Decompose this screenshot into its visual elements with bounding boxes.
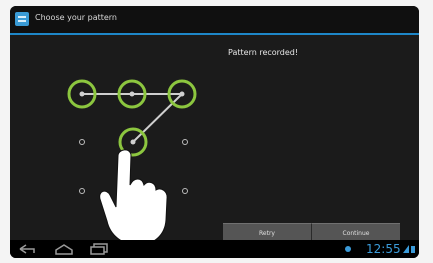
pattern-dot-7[interactable] (79, 188, 85, 194)
home-icon[interactable] (54, 243, 74, 255)
signal-battery-icon (403, 245, 415, 253)
notification-icon (345, 246, 351, 252)
pattern-dot-9[interactable] (182, 188, 188, 194)
app-menu-icon[interactable] (15, 12, 29, 26)
clock: 12:55 (366, 242, 401, 256)
title-bar: Choose your pattern (10, 6, 419, 35)
system-nav-bar: 12:55 (10, 240, 419, 258)
pattern-dot-4[interactable] (79, 139, 85, 145)
tablet-screen: Choose your pattern Pattern recorded! Re… (10, 6, 419, 258)
pointing-hand-icon (99, 149, 168, 240)
pattern-path (82, 93, 183, 143)
pattern-line (132, 93, 183, 143)
pattern-screen: Pattern recorded! Retry Continue (10, 35, 419, 242)
recent-apps-icon[interactable] (90, 243, 110, 255)
page-title: Choose your pattern (35, 13, 118, 22)
pattern-grid[interactable] (10, 35, 419, 240)
pattern-dot-6[interactable] (182, 139, 188, 145)
back-icon[interactable] (18, 243, 38, 255)
